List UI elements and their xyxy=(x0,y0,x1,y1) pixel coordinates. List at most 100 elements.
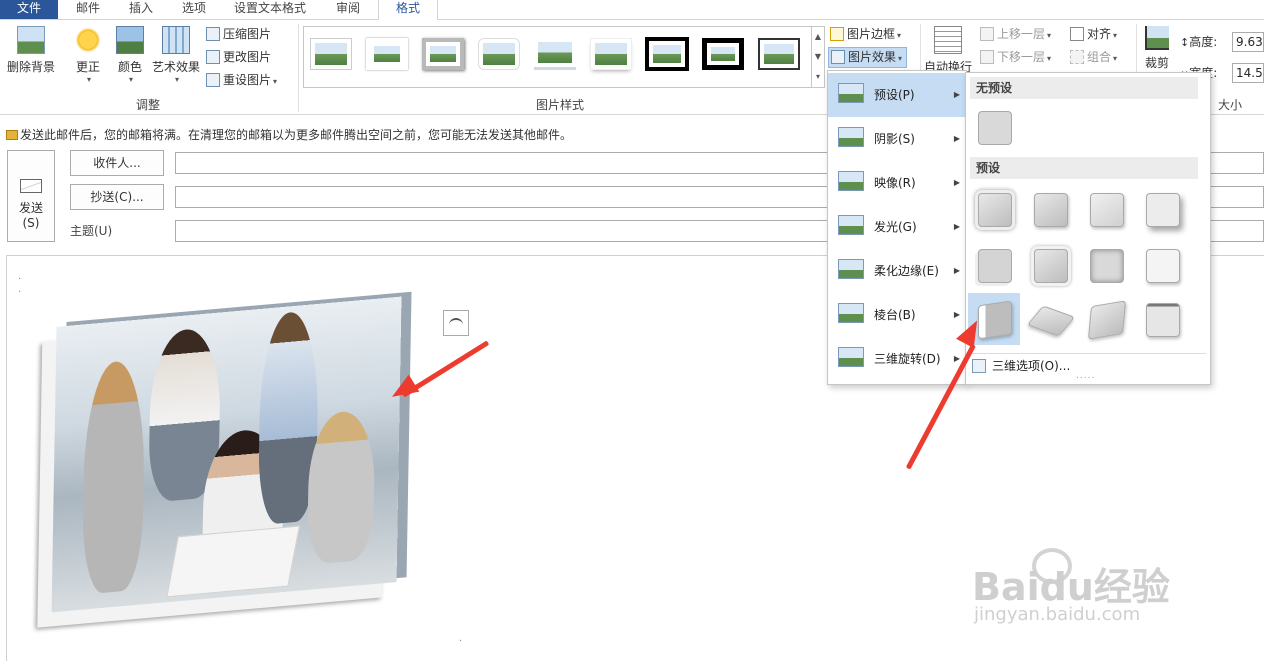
corrections-button[interactable]: 更正 ▾ xyxy=(68,26,108,84)
crop-label: 裁剪 xyxy=(1144,56,1169,70)
tab-options[interactable]: 选项 xyxy=(170,0,218,19)
layout-options-icon[interactable] xyxy=(443,310,469,336)
tab-review[interactable]: 审阅 xyxy=(322,0,374,19)
gallery-scroll[interactable]: ▲ ▼ ▾ xyxy=(811,27,824,87)
group-label-picture-styles: 图片样式 xyxy=(535,98,584,112)
resize-grip[interactable]: ..... xyxy=(1076,371,1095,381)
preset-option[interactable] xyxy=(1024,293,1076,345)
preset-option[interactable] xyxy=(968,239,1020,291)
reflection-icon xyxy=(838,171,864,191)
preset-option[interactable] xyxy=(1080,239,1132,291)
office-team-photo[interactable] xyxy=(51,296,402,613)
send-backward-button[interactable]: 下移一层 ▾ xyxy=(980,47,1051,67)
chevron-right-icon: ▶ xyxy=(953,90,960,99)
paragraph-mark: · xyxy=(459,636,463,647)
style-thumb[interactable] xyxy=(310,38,352,70)
preset-option[interactable] xyxy=(1024,239,1076,291)
preset-option[interactable] xyxy=(1080,183,1132,235)
reset-picture-button[interactable]: 重设图片 ▾ xyxy=(206,70,277,90)
style-thumb[interactable] xyxy=(645,37,689,71)
preset-header: 预设 xyxy=(970,157,1198,179)
preset-option[interactable] xyxy=(1136,183,1188,235)
send-label: 发送 xyxy=(18,201,43,215)
watermark-url: jingyan.baidu.com xyxy=(974,604,1141,625)
baidu-watermark: Baidu经验 jingyan.baidu.com xyxy=(972,548,1202,628)
menu-item-shadow[interactable]: 阴影(S) ▶ xyxy=(828,117,966,161)
artistic-effects-icon xyxy=(162,26,190,54)
compress-icon xyxy=(206,27,220,41)
group-objects-button[interactable]: 组合 ▾ xyxy=(1070,47,1117,67)
preset-option[interactable] xyxy=(1136,239,1188,291)
photo-laptop xyxy=(166,525,300,598)
chevron-right-icon: ▶ xyxy=(953,178,960,187)
chevron-down-icon: ▾ xyxy=(273,77,278,86)
chevron-down-icon: ▾ xyxy=(1047,31,1052,40)
sun-icon xyxy=(74,26,102,54)
height-input[interactable]: 9.63 xyxy=(1232,32,1264,52)
tab-file[interactable]: 文件 xyxy=(0,0,58,19)
crop-button[interactable]: 裁剪 xyxy=(1140,26,1174,71)
remove-background-button[interactable]: 删除背景 xyxy=(4,26,58,75)
color-label: 颜色 xyxy=(117,60,142,74)
paragraph-mark: · xyxy=(18,274,22,285)
artistic-effects-button[interactable]: 艺术效果 ▾ xyxy=(150,26,202,84)
menu-item-glow[interactable]: 发光(G) ▶ xyxy=(828,205,966,249)
style-thumb[interactable] xyxy=(422,38,464,70)
menu-item-reflection[interactable]: 映像(R) ▶ xyxy=(828,161,966,205)
no-preset-header: 无预设 xyxy=(970,77,1198,99)
chevron-right-icon: ▶ xyxy=(953,266,960,275)
pen-icon xyxy=(830,27,844,41)
picture-border-button[interactable]: 图片边框 ▾ xyxy=(830,24,901,44)
send-backward-icon xyxy=(980,50,994,64)
preset-option[interactable] xyxy=(1136,293,1188,345)
to-button[interactable]: 收件人... xyxy=(70,150,164,176)
style-thumb[interactable] xyxy=(590,38,632,70)
3d-options-item[interactable]: 三维选项(O)... xyxy=(972,355,1070,377)
align-button[interactable]: 对齐 ▾ xyxy=(1070,24,1117,44)
preset-none[interactable] xyxy=(968,101,1020,153)
menu-item-soft-edges[interactable]: 柔化边缘(E) ▶ xyxy=(828,249,966,293)
soft-edges-icon xyxy=(838,259,864,279)
tab-mail[interactable]: 邮件 xyxy=(62,0,114,19)
preset-gallery-menu: 无预设 预设 三维选项(O)... ..... xyxy=(965,72,1211,385)
preset-option[interactable] xyxy=(1024,183,1076,235)
picture-container[interactable] xyxy=(30,296,410,630)
menu-item-bevel[interactable]: 棱台(B) ▶ xyxy=(828,293,966,337)
compress-pictures-button[interactable]: 压缩图片 xyxy=(206,24,271,44)
style-thumb[interactable] xyxy=(534,38,576,70)
group-icon xyxy=(1070,50,1084,64)
picture-styles-gallery: ▲ ▼ ▾ xyxy=(303,26,825,88)
menu-item-preset[interactable]: 预设(P) ▶ xyxy=(828,73,966,117)
tab-format[interactable]: 格式 xyxy=(378,0,438,21)
bring-forward-button[interactable]: 上移一层 ▾ xyxy=(980,24,1051,44)
send-button[interactable]: 发送 (S) xyxy=(7,150,55,242)
tab-insert[interactable]: 插入 xyxy=(116,0,166,19)
chevron-down-icon: ▾ xyxy=(1113,31,1118,40)
send-shortcut: (S) xyxy=(22,216,40,230)
3d-options-icon xyxy=(972,359,986,373)
wrap-text-button[interactable]: 自动换行 xyxy=(924,26,972,75)
color-picture-icon xyxy=(116,26,144,54)
chevron-down-icon: ▾ xyxy=(174,75,179,84)
align-icon xyxy=(1070,27,1084,41)
chevron-down-icon: ▾ xyxy=(86,75,91,84)
chevron-right-icon: ▶ xyxy=(953,134,960,143)
warning-icon xyxy=(6,130,18,140)
style-thumb[interactable] xyxy=(478,38,520,70)
chevron-down-icon: ▾ xyxy=(897,31,902,40)
style-thumb[interactable] xyxy=(366,38,408,70)
tab-format-text[interactable]: 设置文本格式 xyxy=(224,0,316,19)
menu-item-3d-rotation[interactable]: 三维旋转(D) ▶ xyxy=(828,337,966,381)
preset-option[interactable] xyxy=(968,183,1020,235)
group-divider xyxy=(298,24,299,112)
width-input[interactable]: 14.53 xyxy=(1232,63,1264,83)
preset-option[interactable] xyxy=(1080,293,1132,345)
color-button[interactable]: 颜色 ▾ xyxy=(110,26,150,84)
chevron-down-icon: ▾ xyxy=(1113,54,1118,63)
change-picture-button[interactable]: 更改图片 xyxy=(206,47,271,67)
picture-effects-button[interactable]: 图片效果 ▾ xyxy=(828,47,908,68)
reset-icon xyxy=(206,73,220,87)
style-thumb[interactable] xyxy=(758,38,800,70)
style-thumb[interactable] xyxy=(702,38,744,70)
cc-button[interactable]: 抄送(C)... xyxy=(70,184,164,210)
